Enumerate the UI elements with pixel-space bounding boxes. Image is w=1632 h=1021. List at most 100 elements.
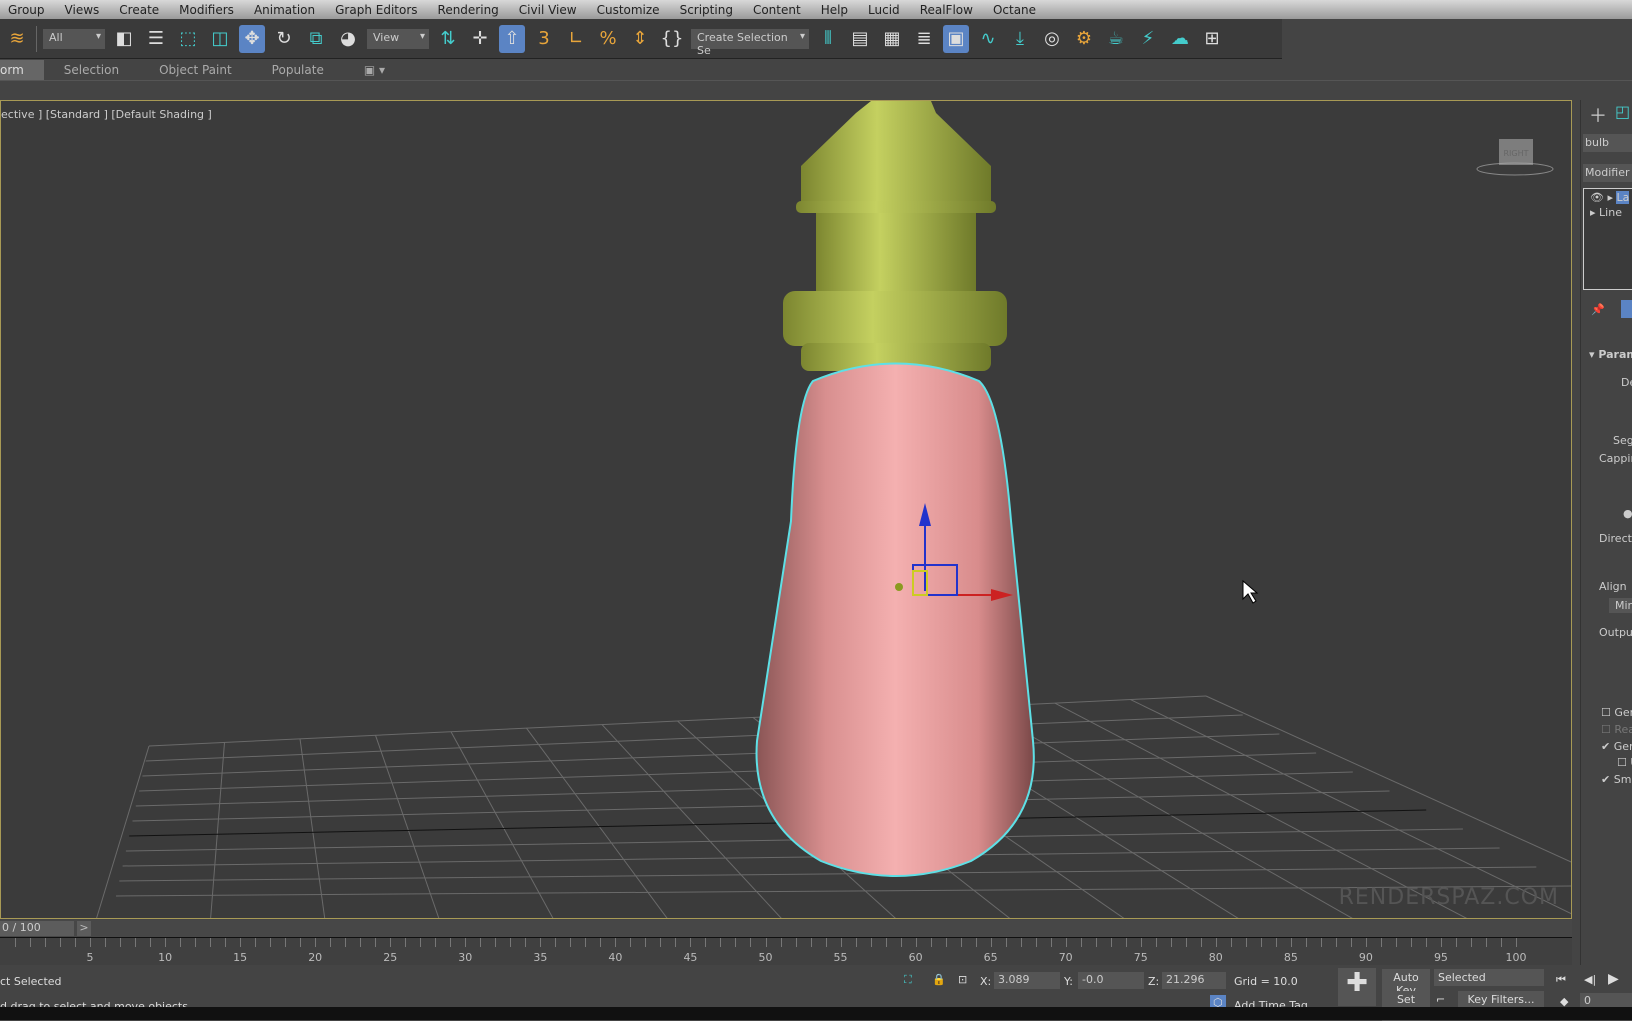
gen-material-ids-checkbox[interactable]: ✔ Gen xyxy=(1601,740,1632,753)
isolate-selection-icon[interactable]: ⛶ xyxy=(904,973,912,987)
percent-snap-icon[interactable]: % xyxy=(595,25,621,53)
align-icon[interactable]: ▤ xyxy=(847,25,873,53)
tab-modeling-freeform[interactable]: orm xyxy=(0,59,44,80)
stack-item-line[interactable]: ▸ Line xyxy=(1584,206,1632,219)
menu-octane[interactable]: Octane xyxy=(985,3,1048,17)
select-and-place-icon[interactable]: ◕ xyxy=(335,25,361,53)
modify-tab-icon[interactable]: ◰ xyxy=(1615,102,1630,121)
object-name-field[interactable]: bulb xyxy=(1583,134,1632,152)
smooth-checkbox[interactable]: ✔ Smo xyxy=(1601,773,1632,786)
y-label: Y: xyxy=(1064,975,1073,988)
frame-tick xyxy=(810,938,812,947)
named-selection-dropdown[interactable]: Create Selection Se xyxy=(691,28,809,57)
create-tab-icon[interactable]: ＋ xyxy=(1589,102,1607,128)
mirror-icon[interactable]: ⫴ xyxy=(815,25,841,53)
go-to-start-icon[interactable]: ⏮ xyxy=(1556,973,1566,987)
selection-lock-icon[interactable]: 🔒 xyxy=(932,973,946,986)
snaps-toggle-icon[interactable]: 3 xyxy=(531,25,557,53)
viewcube-icon[interactable]: RIGHT xyxy=(1476,139,1554,176)
menu-animation[interactable]: Animation xyxy=(246,3,327,17)
select-and-scale-icon[interactable]: ⧉ xyxy=(303,25,329,53)
menu-create[interactable]: Create xyxy=(111,3,171,17)
frame-tick xyxy=(900,938,902,947)
tab-selection[interactable]: Selection xyxy=(44,63,139,77)
frame-tick xyxy=(120,938,122,947)
selection-filter-dropdown[interactable]: All xyxy=(43,28,105,49)
tab-populate[interactable]: Populate xyxy=(252,63,344,77)
tab-object-paint[interactable]: Object Paint xyxy=(139,63,252,77)
gen-mapping-checkbox[interactable]: ☐ Gen xyxy=(1601,706,1632,719)
menu-group[interactable]: Group xyxy=(0,3,57,17)
parameters-rollout[interactable]: ▾ Param xyxy=(1589,348,1632,361)
select-object-icon[interactable]: ◧ xyxy=(111,25,137,53)
time-slider[interactable]: 0 / 100 > xyxy=(0,920,1572,937)
menu-realflow[interactable]: RealFlow xyxy=(912,3,985,17)
material-editor-icon[interactable]: ◎ xyxy=(1039,25,1065,53)
viewport-label[interactable]: ective ] [Standard ] [Default Shading ] xyxy=(1,108,212,121)
default-in-out-tangents-icon[interactable]: ⌐ xyxy=(1436,993,1445,1006)
reference-coordinate-dropdown[interactable]: View xyxy=(367,28,429,49)
viewport-layout-icon[interactable]: ⊞ xyxy=(1199,25,1225,53)
stack-item-lathe[interactable]: 👁 ▸ La xyxy=(1584,189,1632,206)
pivot-center-icon[interactable]: ⇅ xyxy=(435,25,461,53)
angle-snap-icon[interactable]: ∟ xyxy=(563,25,589,53)
ribbon-toggle-icon[interactable]: ▣ xyxy=(943,24,969,53)
menu-graph-editors[interactable]: Graph Editors xyxy=(327,3,429,17)
z-coordinate-field[interactable]: 21.296 xyxy=(1162,972,1226,989)
next-frame-button[interactable]: > xyxy=(77,921,91,936)
socket-cap xyxy=(801,101,991,211)
render-cloud-icon[interactable]: ☁ xyxy=(1167,25,1193,53)
modifier-list-dropdown[interactable]: Modifier Li xyxy=(1583,164,1632,182)
select-and-move-icon[interactable]: ✥ xyxy=(239,24,265,53)
x-coordinate-field[interactable]: 3.089 xyxy=(994,972,1060,989)
ribbon-tabs: orm Selection Object Paint Populate ▣ ▾ xyxy=(0,59,1632,81)
previous-frame-icon[interactable]: ◀| xyxy=(1584,973,1596,986)
menu-views[interactable]: Views xyxy=(57,3,112,17)
menu-customize[interactable]: Customize xyxy=(589,3,672,17)
align-min-button[interactable]: Mir xyxy=(1609,598,1632,613)
real-world-checkbox[interactable]: ☐ Rea xyxy=(1601,723,1632,736)
time-slider-thumb[interactable]: 0 / 100 xyxy=(0,921,74,936)
absolute-mode-icon[interactable]: ⊡ xyxy=(958,973,967,986)
key-filters-button[interactable]: Key Filters... xyxy=(1458,991,1544,1008)
menu-scripting[interactable]: Scripting xyxy=(672,3,745,17)
y-coordinate-field[interactable]: -0.0 xyxy=(1078,972,1144,989)
show-end-result-button[interactable] xyxy=(1621,300,1632,318)
window-crossing-icon[interactable]: ◫ xyxy=(207,25,233,53)
select-and-rotate-icon[interactable]: ↻ xyxy=(271,25,297,53)
menu-help[interactable]: Help xyxy=(813,3,860,17)
play-icon[interactable]: ▶ xyxy=(1608,971,1619,987)
menu-content[interactable]: Content xyxy=(745,3,813,17)
menu-lucid[interactable]: Lucid xyxy=(860,3,912,17)
scene-explorer-icon[interactable]: ▦ xyxy=(879,25,905,53)
layer-explorer-icon[interactable]: ≣ xyxy=(911,25,937,53)
frame-tick xyxy=(1080,938,1082,947)
select-manipulate-icon[interactable]: ✛ xyxy=(467,25,493,53)
track-bar[interactable]: 5 10 15 20 25 30 35 40 45 50 55 60 65 70 75 80 85 90 95 100 xyxy=(0,937,1572,965)
rectangular-selection-icon[interactable]: ⬚ xyxy=(175,25,201,53)
pin-stack-icon[interactable]: 📌 xyxy=(1591,303,1605,316)
rendered-frame-window-icon[interactable]: ☕ xyxy=(1103,25,1129,53)
frame-label: 60 xyxy=(908,951,923,964)
select-by-name-icon[interactable]: ☰ xyxy=(143,25,169,53)
spinner-snap-icon[interactable]: ⇕ xyxy=(627,25,653,53)
curve-editor-icon[interactable]: ∿ xyxy=(975,25,1001,53)
set-key-big-button[interactable]: ✚ xyxy=(1338,968,1376,1006)
bind-space-warp-icon[interactable]: ≋ xyxy=(4,25,30,53)
use-shape-ids-checkbox[interactable]: ☐ U xyxy=(1617,756,1632,769)
key-mode-dropdown[interactable]: Selected xyxy=(1434,969,1544,986)
schematic-view-icon[interactable]: ⤓ xyxy=(1007,25,1033,53)
keyboard-shortcut-override-icon[interactable]: ⇧ xyxy=(499,24,525,53)
capping-radio[interactable]: ● xyxy=(1623,507,1632,520)
edit-named-selection-icon[interactable]: {} xyxy=(659,25,685,53)
ribbon-options-icon[interactable]: ▣ ▾ xyxy=(344,63,405,77)
viewcube-face-label[interactable]: RIGHT xyxy=(1503,149,1528,158)
menu-rendering[interactable]: Rendering xyxy=(430,3,511,17)
render-setup-icon[interactable]: ⚙ xyxy=(1071,25,1097,53)
menu-modifiers[interactable]: Modifiers xyxy=(171,3,246,17)
frame-tick xyxy=(75,938,77,947)
menu-civil-view[interactable]: Civil View xyxy=(511,3,589,17)
render-production-icon[interactable]: ⚡ xyxy=(1135,25,1161,53)
frame-tick xyxy=(150,938,152,947)
perspective-viewport[interactable]: RIGHT ective ] [Standard ] [Default Shad… xyxy=(0,100,1572,919)
